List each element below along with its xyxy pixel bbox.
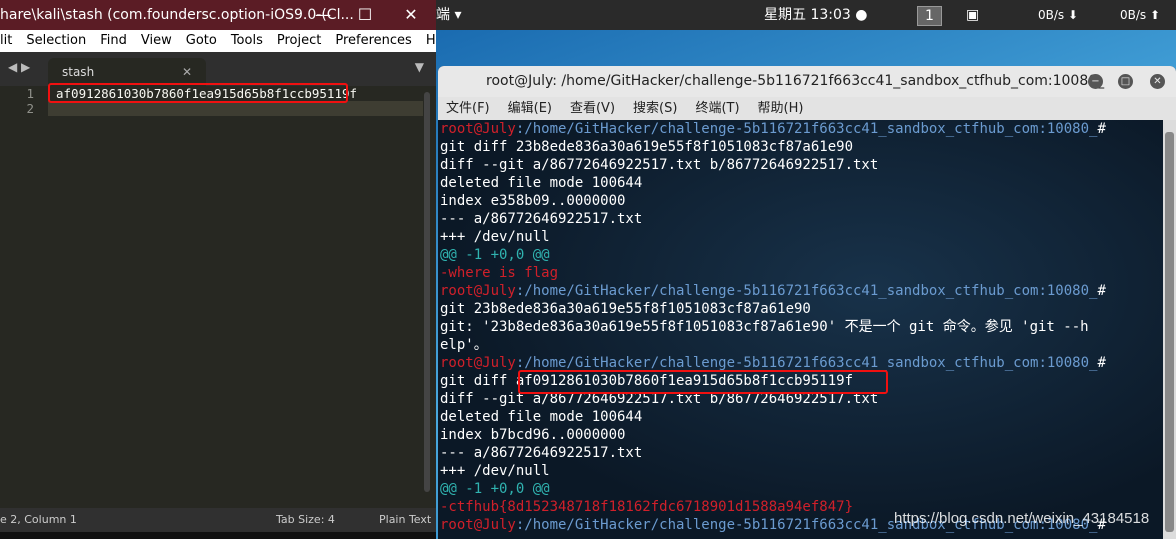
terminal-line: deleted file mode 100644 <box>440 409 643 425</box>
menu-item[interactable]: Tools <box>231 33 263 48</box>
terminal-menu-item[interactable]: 终端(T) <box>695 101 739 116</box>
terminal-line: git: '23b8ede836a30a619e55f8f1051083cf87… <box>440 319 1089 335</box>
upload-speed: 0B/s ⬆ <box>1120 8 1161 22</box>
menu-item[interactable]: lit <box>0 33 12 48</box>
sublime-window: hare\kali\stash (com.foundersc.option-iO… <box>0 0 436 539</box>
menu-item[interactable]: Project <box>277 33 321 48</box>
terminal-title: root@July: /home/GitHacker/challenge-5b1… <box>486 73 1105 89</box>
editor[interactable]: 1 2 af0912861030b7860f1ea915d65b8f1ccb95… <box>0 83 436 508</box>
terminal-menu-item[interactable]: 搜索(S) <box>633 101 677 116</box>
prompt-user: root@July <box>440 355 516 371</box>
current-line-highlight <box>48 101 423 116</box>
status-bar: e 2, Column 1 Tab Size: 4 Plain Text <box>0 508 436 532</box>
prompt-path: :/home/GitHacker/challenge-5b116721f663c… <box>515 121 1098 137</box>
close-button[interactable]: ✕ <box>388 0 434 30</box>
minimize-button[interactable]: — <box>300 0 346 30</box>
download-speed: 0B/s ⬇ <box>1038 8 1079 22</box>
camera-icon[interactable]: ▣ <box>966 0 979 30</box>
sublime-titlebar: hare\kali\stash (com.foundersc.option-iO… <box>0 0 436 30</box>
prompt-user: root@July <box>440 121 516 137</box>
tab-dropdown-icon[interactable]: ▼ <box>415 60 424 74</box>
terminal-window: root@July: /home/GitHacker/challenge-5b1… <box>438 66 1176 539</box>
terminal-line: git 23b8ede836a30a619e55f8f1051083cf87a6… <box>440 301 811 317</box>
minimize-icon[interactable]: − <box>1088 74 1103 89</box>
terminal-menu-bar: 文件(F) 编辑(E) 查看(V) 搜索(S) 终端(T) 帮助(H) <box>438 97 1176 120</box>
terminal-line: @@ -1 +0,0 @@ <box>440 247 550 263</box>
top-panel: 端 ▾ 星期五 13:03 ● 1 ▣ 0B/s ⬇ 0B/s ⬆ <box>436 0 1176 30</box>
terminal-menu-item[interactable]: 编辑(E) <box>508 101 552 116</box>
close-icon[interactable]: ✕ <box>1150 74 1165 89</box>
workspace-indicator[interactable]: 1 <box>917 6 942 26</box>
terminal-line: root@July:/home/GitHacker/challenge-5b11… <box>440 121 1106 137</box>
terminal-line: index e358b09..0000000 <box>440 193 626 209</box>
prompt-user: root@July <box>440 517 516 533</box>
maximize-icon[interactable]: □ <box>1118 74 1133 89</box>
terminal-titlebar: root@July: /home/GitHacker/challenge-5b1… <box>438 66 1176 97</box>
terminal-menu-item[interactable]: 帮助(H) <box>758 101 804 116</box>
highlight-box <box>518 370 888 394</box>
terminal-scrollbar[interactable] <box>1163 120 1176 539</box>
panel-menu[interactable]: 端 ▾ <box>436 0 461 30</box>
terminal-line: diff --git a/86772646922517.txt b/867726… <box>440 157 879 173</box>
syntax-mode[interactable]: Plain Text <box>379 508 431 532</box>
terminal-menu-item[interactable]: 文件(F) <box>446 101 490 116</box>
terminal-line: --- a/86772646922517.txt <box>440 211 643 227</box>
menu-item[interactable]: View <box>141 33 172 48</box>
tab-nav-arrows-icon[interactable]: ◀ ▶ <box>8 60 30 74</box>
cursor-position: e 2, Column 1 <box>0 513 77 526</box>
menu-item[interactable]: Help <box>426 33 436 48</box>
clock[interactable]: 星期五 13:03 ● <box>764 0 867 30</box>
prompt-path: :/home/GitHacker/challenge-5b116721f663c… <box>515 283 1098 299</box>
terminal-line: -where is flag <box>440 265 559 281</box>
taskbar-edge <box>0 532 436 539</box>
tab-size[interactable]: Tab Size: 4 <box>276 508 335 532</box>
terminal-line: root@July:/home/GitHacker/challenge-5b11… <box>440 283 1106 299</box>
terminal-line: git diff 23b8ede836a30a619e55f8f1051083c… <box>440 139 854 155</box>
maximize-button[interactable]: ☐ <box>342 0 388 30</box>
terminal-line: index b7bcd96..0000000 <box>440 427 626 443</box>
terminal-line: @@ -1 +0,0 @@ <box>440 481 550 497</box>
tab-stash[interactable]: stash ✕ <box>48 58 206 86</box>
scrollbar[interactable] <box>424 92 430 492</box>
menu-item[interactable]: Find <box>100 33 127 48</box>
highlight-box <box>48 83 348 103</box>
watermark: https://blog.csdn.net/weixin_43184518 <box>894 510 1150 527</box>
line-number: 1 <box>26 86 34 101</box>
menu-bar: lit Selection Find View Goto Tools Project Pref… <box>0 30 436 52</box>
terminal-line: deleted file mode 100644 <box>440 175 643 191</box>
prompt-path: :/home/GitHacker/challenge-5b116721f663c… <box>515 355 1098 371</box>
menu-item[interactable]: Selection <box>26 33 86 48</box>
terminal-line: elp'。 <box>440 337 488 353</box>
close-tab-icon[interactable]: ✕ <box>182 58 192 86</box>
menu-item[interactable]: Goto <box>186 33 217 48</box>
menu-item[interactable]: Preferences <box>335 33 411 48</box>
terminal-line: +++ /dev/null <box>440 463 550 479</box>
prompt-user: root@July <box>440 283 516 299</box>
terminal-menu-item[interactable]: 查看(V) <box>570 101 615 116</box>
terminal-line: --- a/86772646922517.txt <box>440 445 643 461</box>
tab-bar: ◀ ▶ stash ✕ ▼ <box>0 52 436 86</box>
line-number: 2 <box>26 101 34 116</box>
terminal-line: +++ /dev/null <box>440 229 550 245</box>
tab-label: stash <box>62 65 95 79</box>
terminal-output[interactable]: root@July:/home/GitHacker/challenge-5b11… <box>438 120 1163 539</box>
